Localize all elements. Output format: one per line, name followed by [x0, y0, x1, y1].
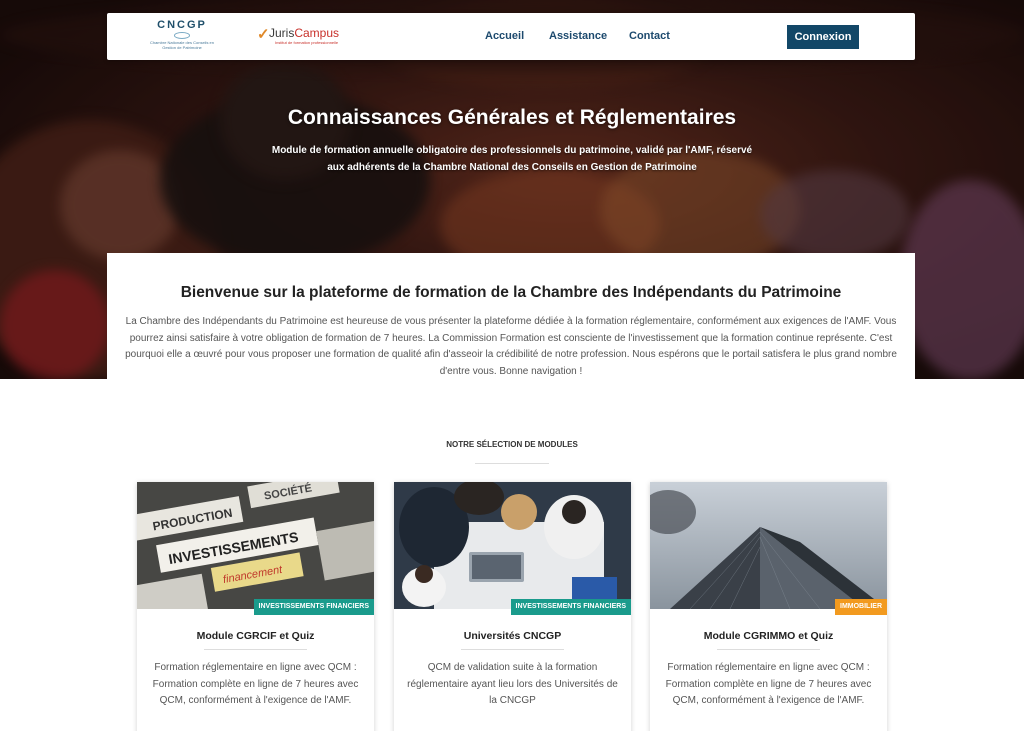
module-image-meeting [394, 482, 631, 609]
module-card[interactable]: PRODUCTION SOCIÉTÉ INVESTISSEMENTS finan… [137, 482, 374, 731]
module-title[interactable]: Module CGRIMMO et Quiz [650, 630, 887, 642]
top-navbar: CNCGP Chambre Nationale des Conseils en … [107, 13, 915, 60]
cncgp-logo-text: CNCGP [157, 19, 207, 31]
category-badge: INVESTISSEMENTS FINANCIERS [510, 599, 631, 615]
hero-title: Connaissances Générales et Réglementaire… [287, 106, 737, 129]
cncgp-logo[interactable]: CNCGP Chambre Nationale des Conseils en … [147, 19, 217, 50]
category-badge: INVESTISSEMENTS FINANCIERS [253, 599, 374, 615]
nav-assistance[interactable]: Assistance [549, 30, 607, 42]
cncgp-logo-subtext: Chambre Nationale des Conseils en Gestio… [149, 40, 215, 50]
checkmark-icon: ✓ [257, 26, 270, 43]
module-description: Formation réglementaire en ligne avec QC… [665, 662, 872, 706]
module-card[interactable]: INVESTISSEMENTS FINANCIERS Universités C… [394, 482, 631, 731]
card-divider [717, 649, 820, 650]
card-divider [461, 649, 564, 650]
module-description: Formation réglementaire en ligne avec QC… [152, 662, 359, 706]
juriscampus-logo-tagline: Institut de formation professionnelle [275, 40, 339, 45]
module-card[interactable]: IMMOBILIER Module CGRIMMO et Quiz Format… [650, 482, 887, 731]
nav-contact[interactable]: Contact [629, 30, 670, 42]
welcome-title: Bienvenue sur la plateforme de formation… [180, 284, 842, 301]
module-description: QCM de validation suite à la formation r… [407, 662, 618, 706]
nav-accueil[interactable]: Accueil [485, 30, 524, 42]
login-button[interactable]: Connexion [787, 25, 859, 49]
cncgp-logo-icon [174, 32, 190, 39]
section-divider [475, 463, 549, 464]
welcome-text: La Chambre des Indépendants du Patrimoin… [125, 316, 897, 377]
module-image-building [650, 482, 887, 609]
module-title[interactable]: Module CGRCIF et Quiz [137, 630, 374, 642]
welcome-panel: Bienvenue sur la plateforme de formation… [107, 253, 915, 383]
card-divider [204, 649, 307, 650]
module-image-investments: PRODUCTION SOCIÉTÉ INVESTISSEMENTS finan… [137, 482, 374, 609]
hero-subtitle: Module de formation annuelle obligatoire… [271, 145, 753, 173]
category-badge: IMMOBILIER [835, 599, 887, 615]
module-title[interactable]: Universités CNCGP [394, 630, 631, 642]
modules-section-title: NOTRE SÉLECTION DE MODULES [446, 440, 578, 449]
juriscampus-logo-text: JurisCampus [269, 26, 340, 40]
